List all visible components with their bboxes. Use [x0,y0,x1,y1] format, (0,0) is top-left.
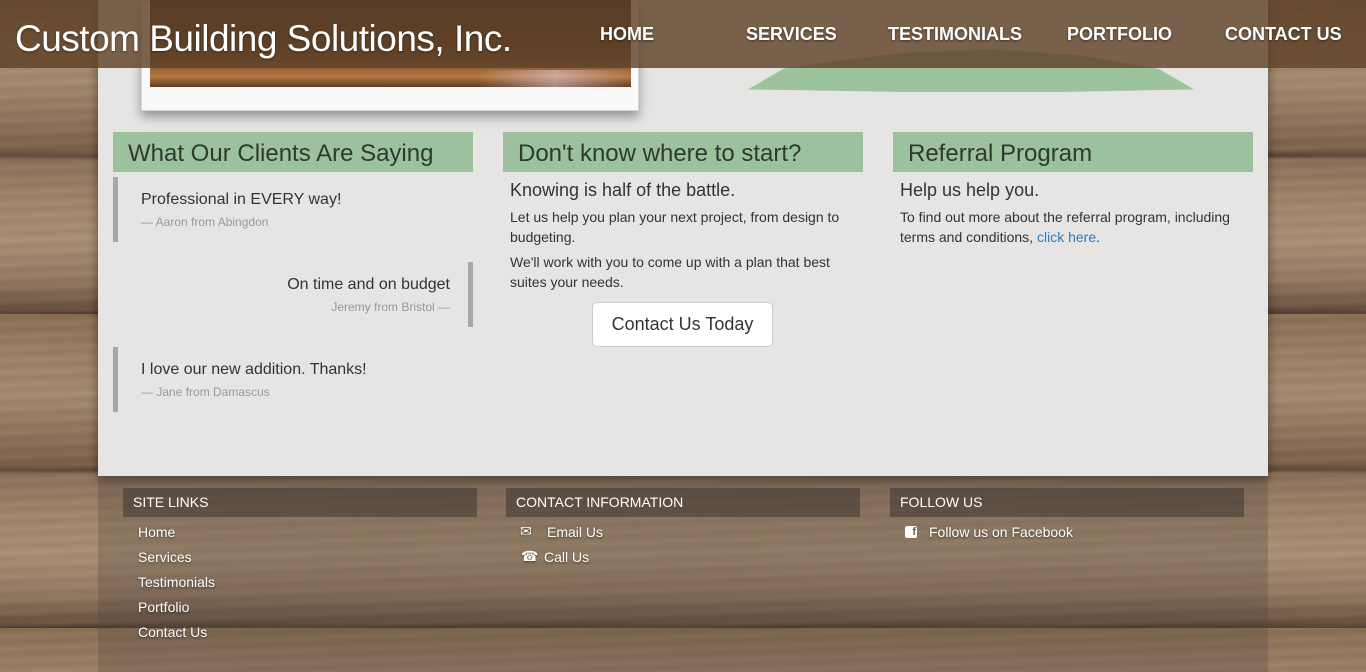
facebook-icon: f [905,526,917,538]
referral-text-end: . [1096,229,1100,245]
nav-portfolio[interactable]: PORTFOLIO [1067,24,1172,45]
referral-section-title: Referral Program [908,140,1093,167]
referral-click-here-link[interactable]: click here [1037,229,1096,245]
start-section-title: Don't know where to start? [518,140,802,167]
footer-call-link[interactable]: Call Us [544,549,589,565]
quote-text: Professional in EVERY way! [141,191,342,208]
quote-author: — Jane from Damascus [141,385,270,399]
quote-text: I love our new addition. Thanks! [141,361,367,378]
top-navbar: Custom Building Solutions, Inc. HOME SER… [0,0,1366,68]
clients-section-title: What Our Clients Are Saying [128,140,434,167]
testimonial-quote: On time and on budget Jeremy from Bristo… [113,262,473,327]
quote-author: — Aaron from Abingdon [141,215,269,229]
footer-email-link[interactable]: Email Us [547,524,603,540]
referral-lead: Help us help you. [900,180,1040,200]
nav-testimonials[interactable]: TESTIMONIALS [888,24,1022,45]
footer-site-links-header: SITE LINKS [123,488,477,517]
contact-us-today-button[interactable]: Contact Us Today [592,302,773,347]
phone-icon: ☎ [521,548,539,564]
footer-link-contact-us[interactable]: Contact Us [138,624,207,640]
start-paragraph-1: Let us help you plan your next project, … [510,209,840,245]
footer-contact-title: CONTACT INFORMATION [516,494,684,510]
referral-section-header: Referral Program [893,132,1253,172]
nav-contact-us[interactable]: CONTACT US [1225,24,1342,45]
nav-services[interactable]: SERVICES [746,24,837,45]
footer-link-portfolio[interactable]: Portfolio [138,599,189,615]
start-lead: Knowing is half of the battle. [510,180,736,200]
footer-contact-header: CONTACT INFORMATION [506,488,860,517]
footer-link-home[interactable]: Home [138,524,175,540]
footer-link-testimonials[interactable]: Testimonials [138,574,215,590]
quote-author: Jeremy from Bristol — [331,300,450,314]
footer-site-links-title: SITE LINKS [133,494,209,510]
hero-photo-glare [480,70,630,87]
testimonial-quote: Professional in EVERY way! — Aaron from … [113,177,473,242]
site-brand[interactable]: Custom Building Solutions, Inc. [15,18,512,60]
footer-link-services[interactable]: Services [138,549,192,565]
start-section-header: Don't know where to start? [503,132,863,172]
quote-text: On time and on budget [287,276,450,293]
clients-section-header: What Our Clients Are Saying [113,132,473,172]
nav-home[interactable]: HOME [600,24,654,45]
footer-facebook-link[interactable]: Follow us on Facebook [929,524,1073,540]
testimonial-quote: I love our new addition. Thanks! — Jane … [113,347,473,412]
footer-follow-header: FOLLOW US [890,488,1244,517]
referral-paragraph: To find out more about the referral prog… [900,207,1250,247]
footer-follow-title: FOLLOW US [900,494,983,510]
start-paragraph-2: We'll work with you to come up with a pl… [510,254,830,290]
envelope-icon: ✉ [520,523,532,539]
